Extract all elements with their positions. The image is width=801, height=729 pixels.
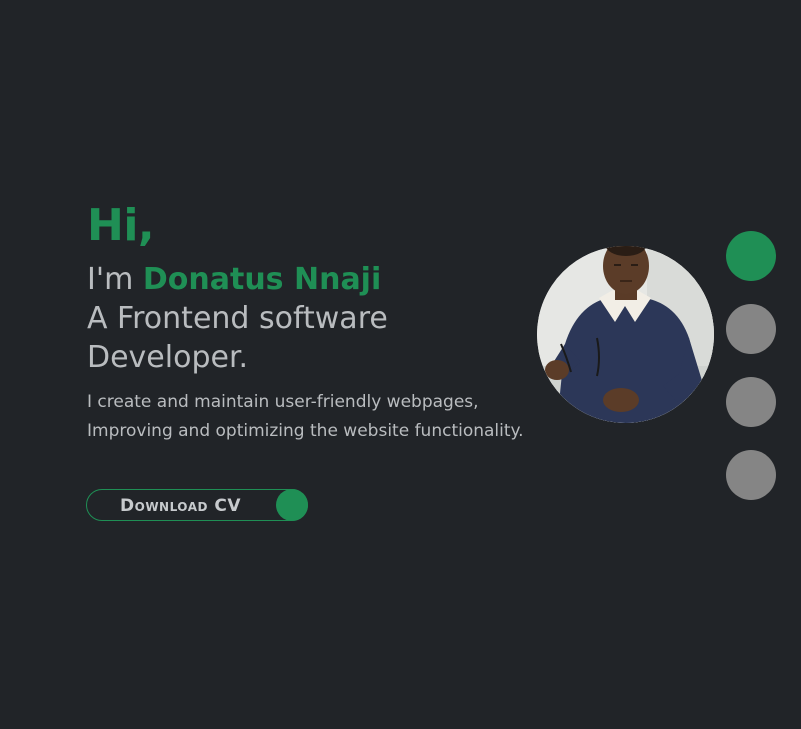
tagline-line-2: Improving and optimizing the website fun… (87, 421, 524, 441)
download-cv-button[interactable]: Download CV (86, 489, 308, 521)
developer-name: Donatus Nnaji (142, 262, 382, 297)
tagline: I create and maintain user-friendly webp… (87, 388, 547, 446)
slider-dot-2[interactable] (726, 304, 776, 354)
role-line-1: A Frontend software (87, 301, 388, 336)
profile-photo-illustration (537, 246, 714, 423)
greeting-heading: Hi, (87, 200, 155, 251)
slider-dot-4[interactable] (726, 450, 776, 500)
headline: I'm Donatus Nnaji A Frontend software De… (87, 260, 537, 377)
download-cv-knob (276, 489, 308, 521)
hero-section: Hi, I'm Donatus Nnaji A Frontend softwar… (0, 0, 801, 729)
slider-dot-3[interactable] (726, 377, 776, 427)
hero-text-block: Hi, I'm Donatus Nnaji A Frontend softwar… (87, 198, 537, 446)
profile-photo (537, 246, 714, 423)
slider-dots (726, 231, 778, 523)
tagline-line-1: I create and maintain user-friendly webp… (87, 392, 479, 412)
slider-dot-1[interactable] (726, 231, 776, 281)
role-line-2: Developer. (87, 340, 249, 375)
download-cv-label: Download CV (120, 496, 241, 516)
intro-prefix: I'm (87, 262, 143, 297)
